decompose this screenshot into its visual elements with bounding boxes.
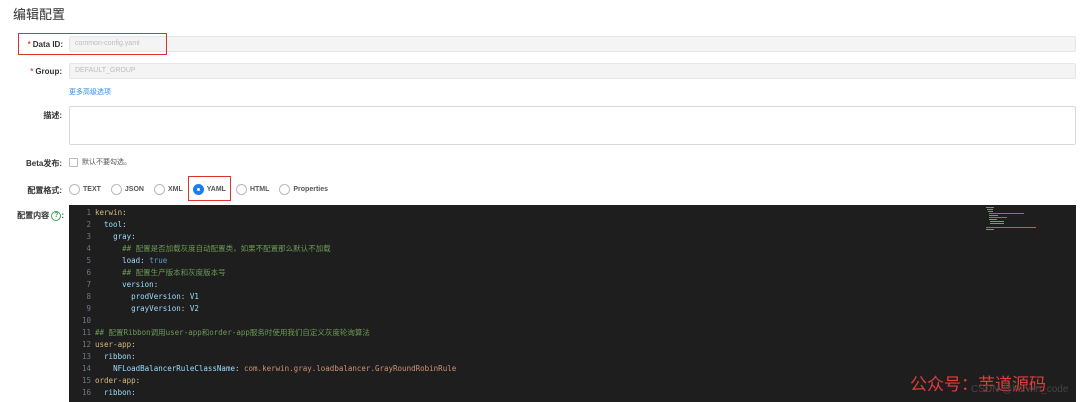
code-text: ribbon: bbox=[104, 388, 136, 397]
radio-circle[interactable] bbox=[110, 183, 122, 195]
line-number: 4 bbox=[86, 244, 91, 253]
code-line[interactable]: 8 prodVersion: V1 bbox=[69, 292, 1076, 302]
format-option-json[interactable]: JSON bbox=[110, 183, 144, 195]
code-line[interactable]: 2 tool: bbox=[69, 220, 1076, 230]
line-number: 5 bbox=[86, 256, 91, 265]
line-number: 2 bbox=[86, 220, 91, 229]
line-number: 11 bbox=[81, 328, 91, 337]
format-label: 配置格式: bbox=[27, 186, 62, 195]
code-line[interactable]: 6 ## 配置生产版本和灰度版本号 bbox=[69, 268, 1076, 278]
code-text: user-app: bbox=[95, 340, 136, 349]
code-text: order-app: bbox=[95, 376, 141, 385]
code-text: kerwin: bbox=[95, 208, 127, 217]
code-text: load: true bbox=[122, 256, 168, 265]
group-label: * Group: bbox=[30, 67, 62, 76]
code-line[interactable]: 9 grayVersion: V2 bbox=[69, 304, 1076, 314]
code-line[interactable]: 7 version: bbox=[69, 280, 1076, 290]
line-number: 3 bbox=[86, 232, 91, 241]
yaml-highlight-box bbox=[188, 176, 231, 201]
code-line[interactable]: 1 kerwin: bbox=[69, 208, 1076, 218]
line-number: 14 bbox=[81, 364, 91, 373]
radio-circle[interactable] bbox=[69, 183, 80, 195]
question-circle-icon[interactable]: ? bbox=[51, 210, 62, 221]
code-text: ## 配置Ribbon调用user-app和order-app服务时使用我们自定… bbox=[95, 328, 370, 337]
line-number: 8 bbox=[86, 292, 91, 301]
radio-circle[interactable] bbox=[235, 183, 247, 195]
line-number: 12 bbox=[81, 340, 91, 349]
line-number: 6 bbox=[86, 268, 91, 277]
code-line[interactable]: 13 ribbon: bbox=[69, 352, 1076, 362]
line-number: 7 bbox=[86, 280, 91, 289]
format-option-text[interactable]: TEXT bbox=[69, 183, 101, 195]
beta-label: Beta发布: bbox=[25, 159, 62, 168]
line-number: 9 bbox=[86, 304, 91, 313]
code-text: version: bbox=[122, 280, 159, 289]
description-label: 描述: bbox=[43, 111, 62, 120]
code-line[interactable]: 3 gray: bbox=[69, 232, 1076, 242]
code-text: prodVersion: V1 bbox=[131, 292, 199, 301]
code-text: ## 配置生产版本和灰度版本号 bbox=[122, 268, 226, 277]
group-input[interactable]: DEFAULT_GROUP bbox=[69, 63, 1076, 79]
line-number: 16 bbox=[81, 388, 91, 397]
csdn-credit: CSDN @kerwin_code bbox=[971, 384, 1069, 395]
radio-circle[interactable] bbox=[153, 183, 165, 195]
code-text: ribbon: bbox=[104, 352, 136, 361]
page-title: 编辑配置 bbox=[13, 7, 66, 22]
code-line[interactable]: 12 user-app: bbox=[69, 340, 1076, 350]
code-text: gray: bbox=[113, 232, 136, 241]
more-advanced-options-link[interactable]: 更多高级选项 bbox=[69, 87, 111, 97]
code-text: ## 配置是否加载灰度自动配置类，如果不配置那么默认不加载 bbox=[122, 244, 331, 253]
code-text: tool: bbox=[104, 220, 127, 229]
code-line[interactable]: 11 ## 配置Ribbon调用user-app和order-app服务时使用我们… bbox=[69, 328, 1076, 338]
description-textarea[interactable] bbox=[69, 106, 1076, 145]
line-number: 1 bbox=[86, 208, 91, 217]
code-text: NFLoadBalancerRuleClassName: com.kerwin.… bbox=[113, 364, 457, 373]
content-label: 配置内容 ?: bbox=[17, 210, 64, 221]
code-line[interactable]: 4 ## 配置是否加载灰度自动配置类，如果不配置那么默认不加载 bbox=[69, 244, 1076, 254]
format-option-xml[interactable]: XML bbox=[153, 183, 183, 195]
line-number: 15 bbox=[81, 376, 91, 385]
format-option-html[interactable]: HTML bbox=[235, 183, 269, 195]
format-option-properties[interactable]: Properties bbox=[279, 183, 328, 195]
required-asterisk: * bbox=[30, 67, 34, 76]
data-id-input[interactable]: common-config.yaml bbox=[69, 36, 1076, 52]
code-text: grayVersion: V2 bbox=[131, 304, 199, 313]
radio-circle[interactable] bbox=[279, 183, 291, 195]
beta-checkbox[interactable] bbox=[69, 158, 78, 167]
line-number: 10 bbox=[81, 316, 91, 325]
beta-checkbox-text: 默认不要勾选。 bbox=[82, 159, 131, 166]
code-line[interactable]: 5 load: true bbox=[69, 256, 1076, 266]
code-line[interactable]: 10 bbox=[69, 316, 1076, 326]
data-id-highlight-box bbox=[18, 33, 167, 55]
line-number: 13 bbox=[81, 352, 91, 361]
